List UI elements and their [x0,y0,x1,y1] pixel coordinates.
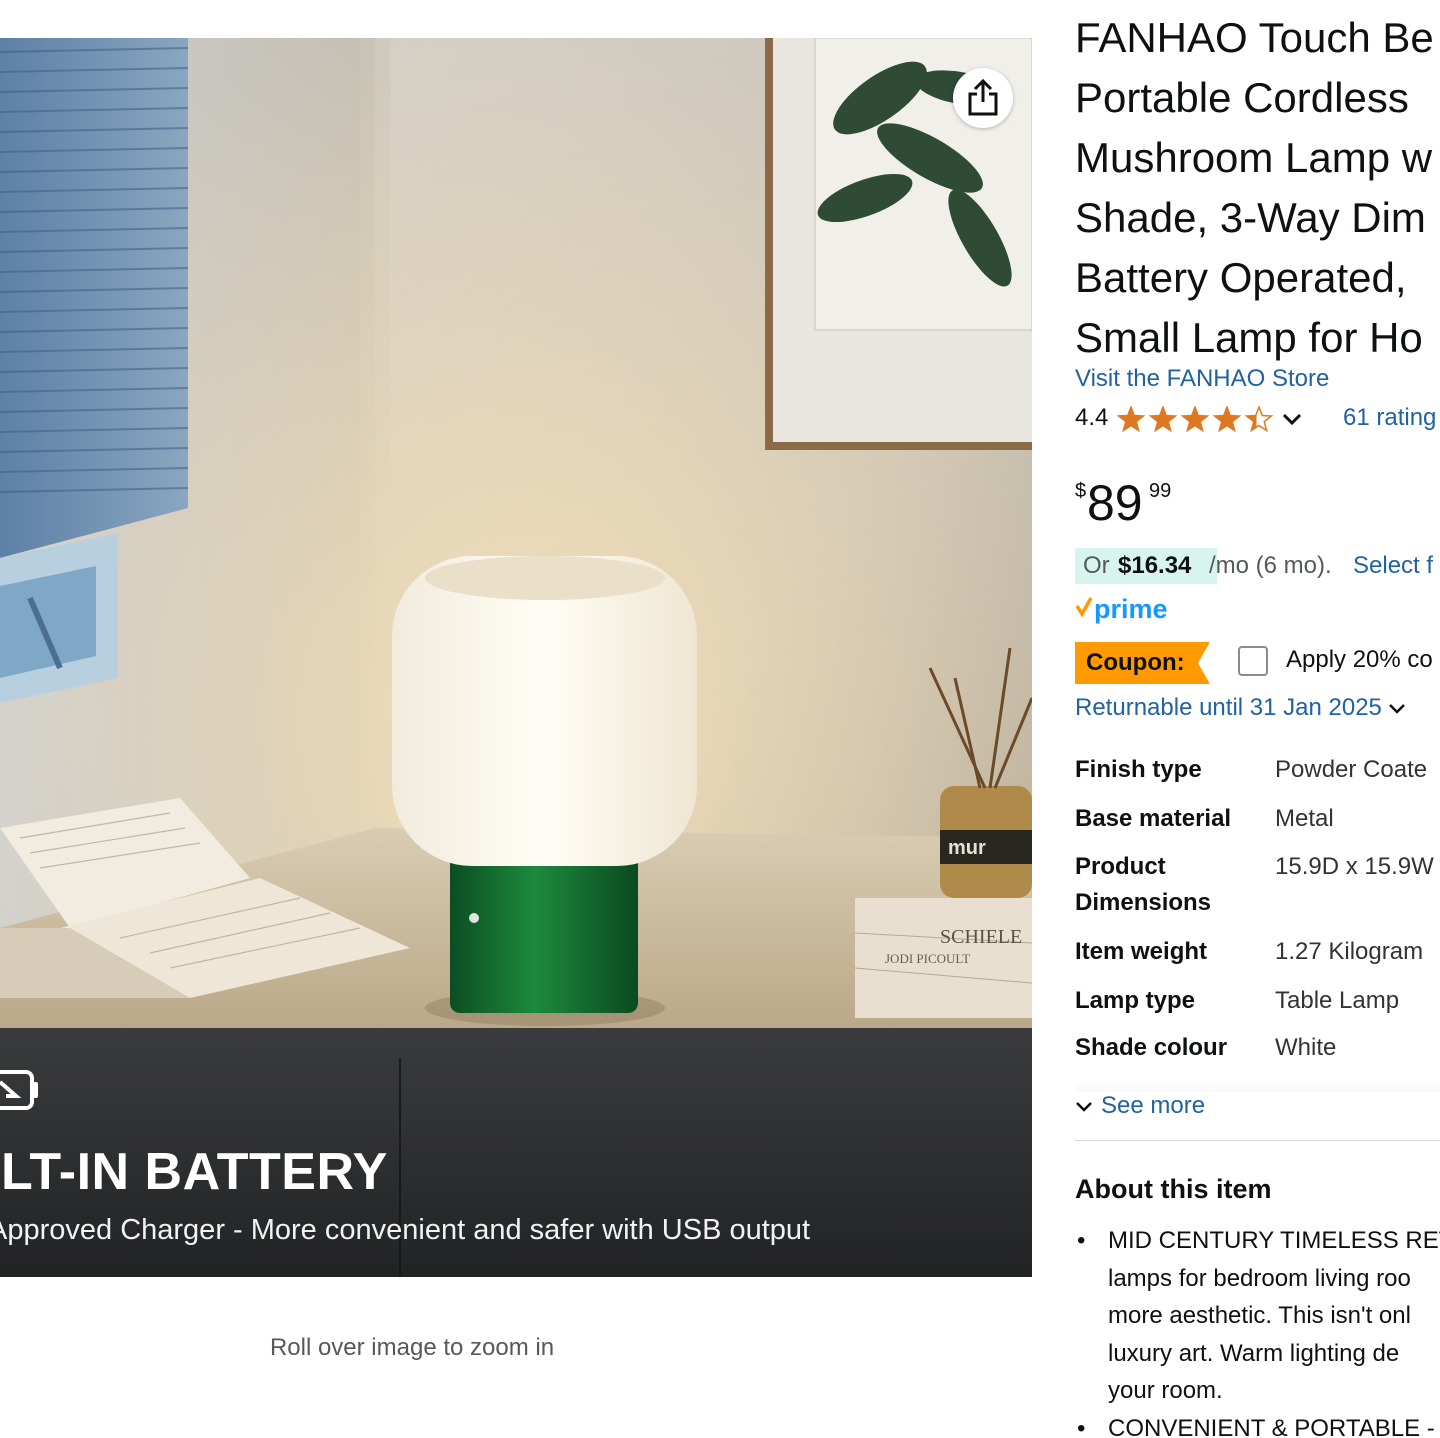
spec-key: Product Dimensions [1075,849,1265,921]
star-icon [1117,406,1146,433]
see-more-link[interactable]: See more [1075,1092,1205,1120]
product-title-line: Battery Operated, [1075,254,1407,301]
product-title-line: Small Lamp for Ho [1075,314,1423,361]
about-bullet: • MID CENTURY TIMELESS RET lamps for bedro… [1075,1222,1440,1410]
spec-key: Finish type [1075,756,1202,783]
spec-value: 1.27 Kilogram [1275,938,1424,965]
returnable-text: Returnable until 31 Jan 2025 [1075,694,1382,721]
coupon-badge: Coupon: [1075,642,1210,684]
product-image[interactable]: SCHIELE JODI PICOULT mur ILT-IN BATTERY … [0,38,1032,1277]
installment-terms: /mo (6 mo). [1209,552,1332,579]
spec-key: Base material [1075,805,1232,832]
product-details: FANHAO Touch Be Portable Cordless Mushroom… [1075,0,1440,1438]
chevron-down-icon [1076,1101,1092,1112]
about-bullet-line: your room. [1108,1377,1223,1404]
rating-value: 4.4 [1075,404,1109,431]
chevron-down-icon[interactable] [1281,412,1303,428]
installment-amount: $16.34 [1118,552,1192,579]
installment-prefix: Or [1083,552,1110,579]
prime-logo-icon: prime [1075,594,1168,624]
returnable-link[interactable]: Returnable until 31 Jan 2025 [1075,694,1406,722]
book-spine-text-2: JODI PICOULT [885,951,970,966]
about-bullet-line: CONVENIENT & PORTABLE - [1108,1414,1435,1438]
bullet-dot: • [1077,1414,1086,1438]
spec-value: 15.9D x 15.9W [1275,853,1434,880]
spec-value: Table Lamp [1275,987,1400,1014]
diffuser-label: mur [948,837,986,859]
star-icon [1212,406,1242,433]
zoom-hint: Roll over image to zoom in [269,1334,555,1361]
spec-key-line: Product [1075,853,1166,880]
star-icon [1148,406,1178,433]
coupon-checkbox[interactable] [1238,646,1268,676]
divider [1075,1140,1440,1141]
product-title-line: Mushroom Lamp w [1075,134,1433,181]
banner-title: ILT-IN BATTERY [0,1143,388,1201]
about-bullets: • MID CENTURY TIMELESS RET lamps for bedro… [1075,1222,1440,1438]
about-bullet-line: luxury art. Warm lighting de [1108,1339,1400,1367]
about-bullet: • CONVENIENT & PORTABLE - [1075,1410,1440,1438]
coupon-row: Coupon: Apply 20% co [1075,642,1440,686]
rating-row: 4.4 61 rating [1075,404,1440,436]
installment-select-link[interactable]: Select f [1353,552,1433,580]
battery-icon [0,1070,38,1110]
product-title-line: Shade, 3-Way Dim [1075,194,1426,241]
product-title-line: Portable Cordless [1075,74,1409,121]
spec-fade [1075,1078,1440,1092]
spec-value: Powder Coate [1275,756,1428,783]
ratings-count-link[interactable]: 61 rating [1343,404,1436,432]
spec-key: Lamp type [1075,987,1196,1014]
price-whole: 89 [1087,475,1143,531]
banner-subtitle: Approved Charger - More convenient and s… [0,1214,811,1246]
star-rating-icon[interactable] [1117,406,1277,434]
bullet-dot: • [1077,1227,1086,1254]
spec-value: White [1275,1034,1337,1061]
spec-key: Shade colour [1075,1034,1228,1061]
about-bullet-line: lamps for bedroom living roo [1108,1264,1411,1292]
coupon-text[interactable]: Apply 20% co [1286,646,1433,674]
product-title: FANHAO Touch Be Portable Cordless Mushroom… [1075,8,1440,368]
price-symbol: $ [1075,480,1087,502]
coupon-label: Coupon: [1086,649,1185,676]
product-title-line: FANHAO Touch Be [1075,14,1434,61]
book-spine-text-1: SCHIELE [940,926,1022,948]
about-title: About this item [1075,1174,1272,1204]
about-bullet-line: MID CENTURY TIMELESS RET [1108,1227,1440,1254]
spec-key: Item weight [1075,938,1208,965]
store-link[interactable]: Visit the FANHAO Store [1075,365,1329,393]
about-bullet-line: more aesthetic. This isn't onl [1108,1302,1411,1329]
product-photo: SCHIELE JODI PICOULT mur [0,38,1032,1277]
prime-label: prime [1094,594,1168,624]
spec-key-line: Dimensions [1075,889,1212,916]
see-more-label: See more [1101,1092,1206,1119]
share-button[interactable] [953,68,1013,128]
chevron-down-icon [1389,703,1405,714]
star-icon [1180,406,1210,433]
spec-value: Metal [1275,805,1334,832]
price-fraction: 99 [1149,480,1172,502]
share-icon [968,78,998,116]
star-icon [1244,406,1274,433]
